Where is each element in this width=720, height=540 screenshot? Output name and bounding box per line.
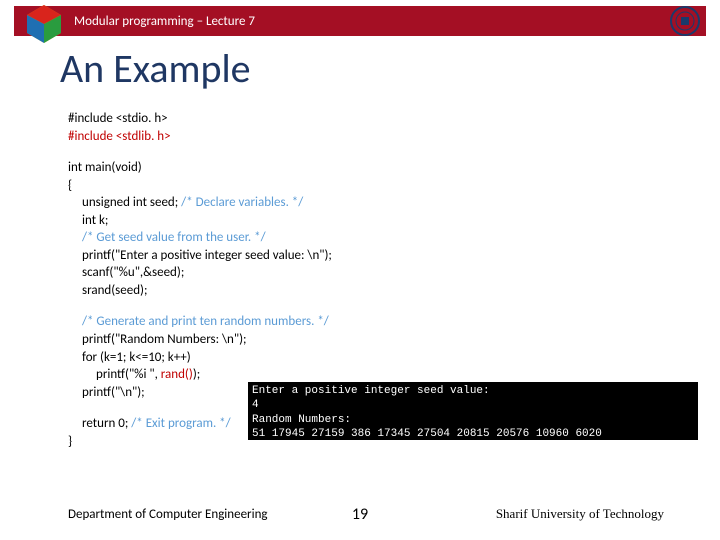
- slide-title: An Example: [60, 44, 251, 93]
- code-line: int k;: [68, 212, 680, 230]
- footer-page-number: 19: [352, 505, 368, 524]
- code-line: scanf("%u",&seed);: [68, 264, 680, 282]
- code-line: {: [68, 177, 680, 195]
- university-seal-icon: [668, 4, 702, 38]
- code-line: /* Get seed value from the user. */: [68, 229, 680, 247]
- footer-university: Sharif University of Technology: [496, 506, 664, 522]
- header-bar: Modular programming – Lecture 7: [14, 6, 706, 36]
- code-line: printf("Enter a positive integer seed va…: [68, 247, 680, 265]
- code-line: #include <stdlib. h>: [68, 128, 680, 146]
- code-line: int main(void): [68, 159, 680, 177]
- code-line: srand(seed);: [68, 282, 680, 300]
- code-line: printf("Random Numbers: \n");: [68, 331, 680, 349]
- puzzle-logo-icon: [20, 0, 68, 48]
- code-line: unsigned int seed; /* Declare variables.…: [68, 194, 680, 212]
- console-output: Enter a positive integer seed value: 4 R…: [248, 382, 698, 440]
- breadcrumb: Modular programming – Lecture 7: [74, 14, 255, 29]
- code-line: for (k=1; k<=10; k++): [68, 349, 680, 367]
- footer: Department of Computer Engineering 19 Sh…: [0, 506, 720, 522]
- code-line: #include <stdio. h>: [68, 110, 680, 128]
- footer-department: Department of Computer Engineering: [68, 507, 268, 522]
- code-line: /* Generate and print ten random numbers…: [68, 313, 680, 331]
